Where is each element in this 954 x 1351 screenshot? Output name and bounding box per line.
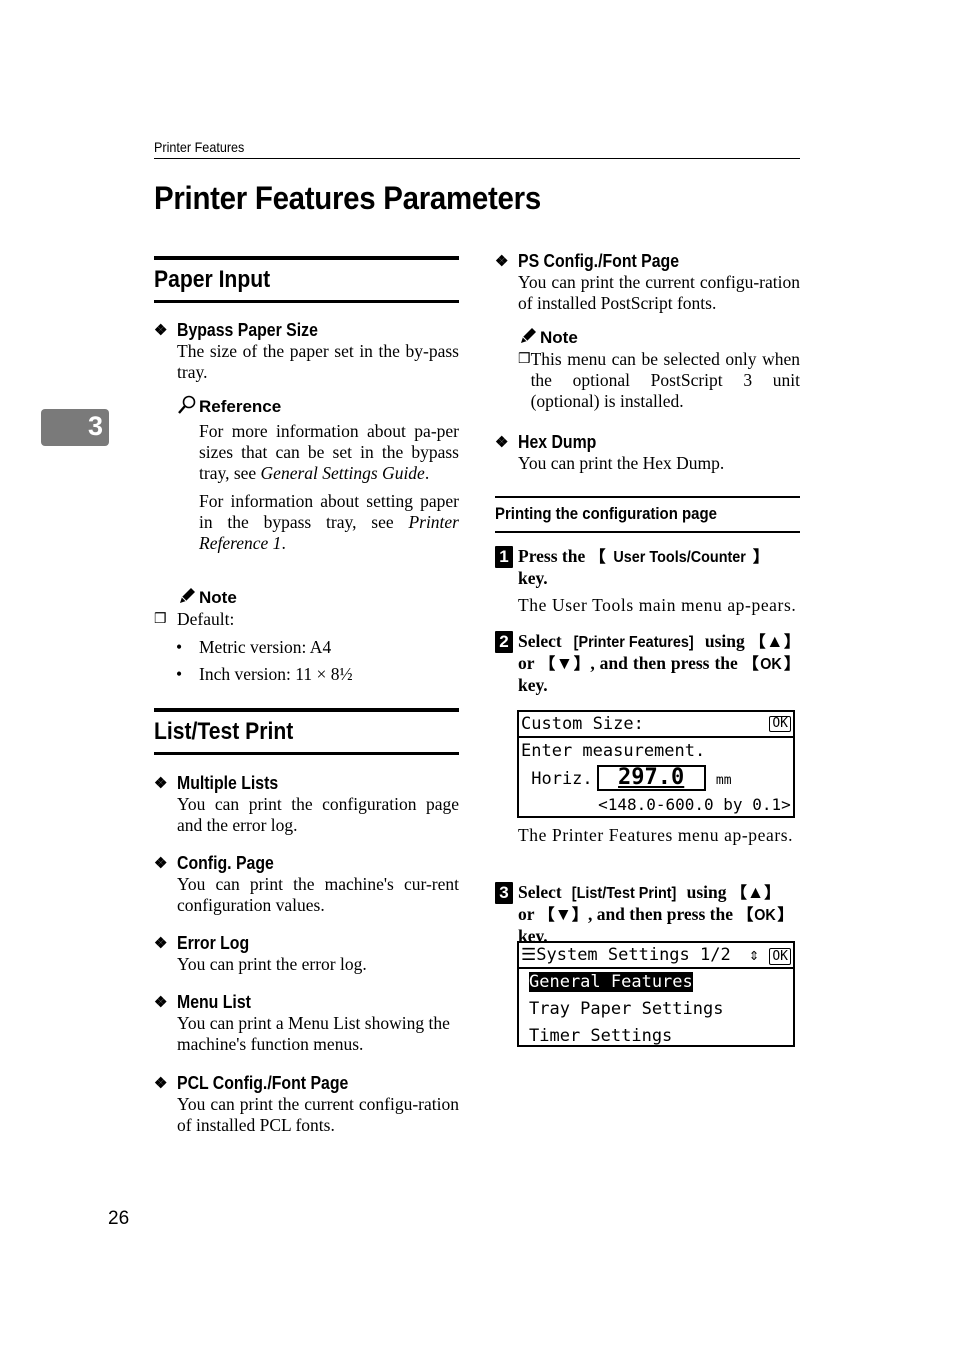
horizontal-size-input[interactable]: 297.0 (596, 765, 706, 791)
key-user-tools-counter: User Tools/Counter (612, 549, 746, 566)
diamond-bullet-icon: ❖ (495, 253, 509, 270)
running-head: Printer Features (154, 139, 245, 155)
note-callout: Note ❒ Default: • Metric version: A4 • Inc… (154, 587, 459, 688)
checkbox-bullet-icon: ❒ (518, 352, 531, 367)
item-pcl-config-font-page: ❖ PCL Config./Font Page You can print the… (154, 1072, 459, 1136)
reference-paragraph: For more information about pa-per sizes … (199, 421, 459, 483)
item-body: You can print a Menu List showing the ma… (177, 1013, 450, 1054)
step-3: 3 Select [List/Test Print] using 【▲】 or … (495, 882, 800, 947)
item-multiple-lists: ❖ Multiple Lists You can print the config… (154, 772, 459, 836)
list-item: • Inch version: 11 × 8½ (176, 664, 353, 684)
step-number-badge: 1 (495, 546, 513, 568)
lcd-unit: mm (715, 773, 732, 788)
default-size-list: • Metric version: A4 • Inch version: 11 × … (176, 634, 459, 688)
item-title: PCL Config./Font Page (177, 1072, 349, 1093)
diamond-bullet-icon: ❖ (495, 434, 509, 451)
item-body: You can print the machine's cur-rent con… (177, 874, 459, 915)
item-bypass-paper-size: ❖ Bypass Paper Size The size of the pape… (154, 319, 459, 383)
checkbox-bullet-icon: ❒ (154, 612, 167, 627)
lcd-title: System Settings 1/2 (536, 945, 731, 965)
header-rule (154, 158, 800, 159)
item-body: You can print the error log. (177, 954, 367, 974)
reference-callout: Reference For more information about pa-… (154, 395, 459, 554)
list-item: • Metric version: A4 (176, 637, 332, 657)
diamond-bullet-icon: ❖ (154, 935, 168, 952)
lcd-prompt: Enter measurement. (521, 741, 706, 761)
step-description: The User Tools main menu ap-pears. (518, 595, 797, 615)
lcd-ok-button[interactable]: OK (769, 948, 791, 965)
lcd-menu-item[interactable]: General Features (519, 969, 793, 996)
step-2: 2 Select [Printer Features] using 【▲】 or… (495, 631, 800, 696)
menu-list-icon: ☰ (521, 945, 537, 965)
item-title: PS Config./Font Page (518, 250, 680, 271)
diamond-bullet-icon: ❖ (154, 994, 168, 1011)
item-title: Bypass Paper Size (177, 319, 318, 340)
menu-printer-features: [Printer Features] (573, 634, 694, 651)
item-error-log: ❖ Error Log You can print the error log. (154, 932, 459, 975)
section-heading-text: List/Test Print (154, 718, 294, 745)
key-down-arrow-icon: ▼ (555, 653, 574, 673)
lcd-system-settings-screen: ☰System Settings 1/2 ⇕ OK General Featur… (517, 941, 795, 1047)
key-ok: OK (760, 656, 783, 673)
item-title: Menu List (177, 991, 251, 1012)
procedure-heading: Printing the configuration page (495, 496, 800, 533)
item-title: Error Log (177, 932, 250, 953)
key-up-arrow-icon: ▲ (766, 631, 784, 651)
lcd-ok-button[interactable]: OK (769, 716, 791, 732)
lcd-field-label: Horiz. (521, 769, 593, 789)
step-1: 1 Press the 【User Tools/Counter】 key. Th… (495, 546, 800, 616)
step-description: The Printer Features menu ap-pears. (518, 825, 794, 845)
item-menu-list: ❖ Menu List You can print a Menu List sho… (154, 991, 459, 1055)
item-title: Multiple Lists (177, 772, 279, 793)
pencil-icon (177, 586, 199, 611)
lcd-title: Custom Size: (521, 714, 644, 734)
item-title: Hex Dump (518, 431, 597, 452)
pencil-icon (518, 326, 540, 351)
chapter-number: 3 (87, 411, 103, 441)
diamond-bullet-icon: ❖ (154, 855, 168, 872)
link-general-settings-guide: General Settings Guide (260, 463, 425, 483)
item-body: The size of the paper set in the by-pass… (177, 341, 459, 382)
reference-paragraph: For information about setting paper in t… (199, 491, 459, 553)
key-ok: OK (754, 907, 777, 924)
step-2-result: The Printer Features menu ap-pears. (495, 825, 800, 846)
step-number-badge: 2 (495, 631, 513, 653)
menu-list-test-print: [List/Test Print] (571, 885, 677, 902)
key-up-arrow-icon: ▲ (746, 882, 765, 902)
step-number-badge: 3 (495, 882, 513, 904)
item-config-page: ❖ Config. Page You can print the machine'… (154, 852, 459, 916)
lcd-menu-item[interactable]: Tray Paper Settings (519, 996, 793, 1023)
section-heading-text: Paper Input (154, 266, 271, 293)
lcd-range-hint: <148.0-600.0 by 0.1> (521, 795, 791, 814)
procedure-heading-text: Printing the configuration page (495, 504, 717, 523)
item-body: You can print the current configu-ration… (518, 272, 800, 313)
note-label: Note (199, 588, 237, 607)
lcd-custom-size-screen: Custom Size: OK Enter measurement. Horiz… (517, 710, 795, 818)
diamond-bullet-icon: ❖ (154, 775, 168, 792)
item-hex-dump: ❖ Hex Dump You can print the Hex Dump. (495, 431, 800, 474)
note-text: This menu can be selected only when the … (530, 349, 800, 411)
section-heading-list-test-print: List/Test Print (154, 708, 459, 755)
item-body: You can print the Hex Dump. (518, 453, 725, 473)
page-title: Printer Features Parameters (154, 180, 541, 216)
magnifier-icon (177, 395, 199, 420)
chapter-tab: 3 (41, 409, 109, 446)
lcd-menu-item[interactable]: Timer Settings (519, 1023, 793, 1050)
note-callout: Note ❒ This menu can be selected only wh… (495, 327, 800, 412)
item-title: Config. Page (177, 852, 274, 873)
key-down-arrow-icon: ▼ (554, 904, 572, 924)
note-label: Note (540, 328, 578, 347)
diamond-bullet-icon: ❖ (154, 322, 168, 339)
page-number: 26 (108, 1208, 130, 1229)
note-text: Default: (177, 609, 235, 629)
section-heading-paper-input: Paper Input (154, 256, 459, 303)
reference-label: Reference (199, 397, 282, 416)
item-body: You can print the configuration page and… (177, 794, 459, 835)
diamond-bullet-icon: ❖ (154, 1075, 168, 1092)
scroll-updown-icon: ⇕ (748, 945, 760, 965)
item-body: You can print the current configu-ration… (177, 1094, 459, 1135)
item-ps-config-font-page: ❖ PS Config./Font Page You can print the … (495, 250, 800, 314)
